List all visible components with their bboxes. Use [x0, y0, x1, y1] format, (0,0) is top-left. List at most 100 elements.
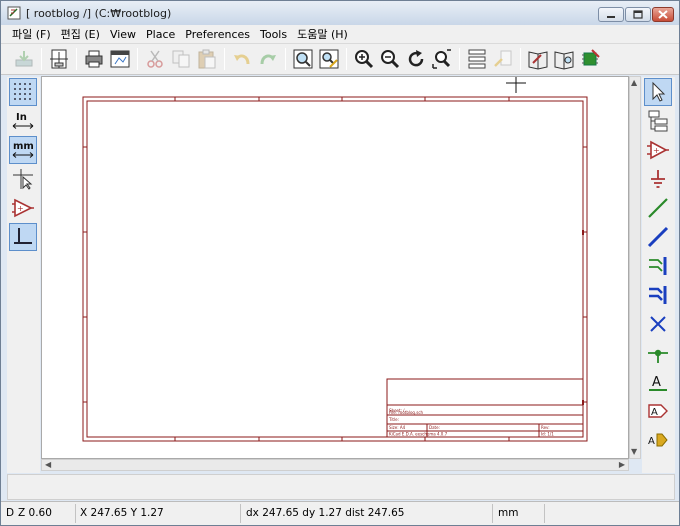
find-button[interactable]	[290, 46, 316, 72]
eeschema-app-icon	[7, 6, 21, 20]
menu-help[interactable]: 도움말 (H)	[292, 26, 353, 42]
page-settings-button[interactable]	[46, 46, 72, 72]
leave-sheet-icon	[494, 50, 512, 67]
place-wire-button[interactable]	[644, 194, 672, 222]
zoom-in-icon	[355, 50, 374, 69]
hidden-pins-toggle[interactable]: +	[9, 194, 37, 222]
place-power-button[interactable]	[644, 165, 672, 193]
titleblock-date: Date:	[429, 425, 440, 430]
menu-file[interactable]: 파일 (F)	[7, 26, 56, 42]
menu-edit[interactable]: 편집 (E)	[56, 26, 105, 42]
place-global-label-button[interactable]: A	[644, 397, 672, 425]
titleblock-title: Title:	[388, 417, 399, 422]
bus-to-bus-entry-button[interactable]	[644, 281, 672, 309]
cut-button[interactable]	[142, 46, 168, 72]
status-zoom-prefix: D	[6, 507, 15, 519]
titleblock-file: File: rootblog.sch	[389, 410, 424, 415]
close-button[interactable]	[652, 7, 674, 22]
plotter-icon	[110, 50, 130, 68]
bus-icon	[647, 226, 669, 248]
vertical-scrollbar[interactable]: ▲ ▼	[629, 76, 641, 459]
undo-button[interactable]	[229, 46, 255, 72]
titleblock-rev: Rev:	[541, 425, 550, 430]
annotate-button[interactable]	[577, 46, 603, 72]
redo-icon	[260, 54, 276, 65]
no-connect-button[interactable]	[644, 310, 672, 338]
scroll-right-arrow-icon[interactable]: ▶	[619, 461, 625, 469]
title-bar: [ rootblog /] (C:₩rootblog)	[1, 1, 679, 25]
titleblock-id: Id: 1/1	[541, 432, 554, 437]
refresh-icon	[408, 50, 424, 67]
plot-button[interactable]	[107, 46, 133, 72]
library-browser-button[interactable]	[551, 46, 577, 72]
minimize-button[interactable]	[598, 7, 624, 22]
place-hierarchical-label-button[interactable]: A	[644, 426, 672, 454]
svg-text:In: In	[16, 112, 27, 123]
wire-to-bus-entry-button[interactable]	[644, 252, 672, 280]
print-button[interactable]	[81, 46, 107, 72]
status-zoom: Z 0.60	[18, 507, 52, 519]
horizontal-scrollbar[interactable]: ◀ ▶	[41, 459, 629, 471]
wire-icon	[648, 198, 668, 218]
zoom-in-button[interactable]	[351, 46, 377, 72]
scroll-down-arrow-icon[interactable]: ▼	[631, 448, 637, 456]
message-panel	[7, 474, 675, 500]
zoom-out-button[interactable]	[377, 46, 403, 72]
redraw-button[interactable]	[403, 46, 429, 72]
menu-place[interactable]: Place	[141, 28, 180, 41]
status-units: mm	[498, 507, 519, 519]
library-browser-icon	[554, 51, 574, 70]
menu-bar: 파일 (F) 편집 (E) View Place Preferences Too…	[1, 25, 679, 44]
menu-view[interactable]: View	[105, 28, 141, 41]
place-junction-button[interactable]	[644, 339, 672, 367]
find-replace-icon	[319, 49, 339, 69]
window-title: [ rootblog /] (C:₩rootblog)	[26, 6, 172, 20]
redo-button[interactable]	[255, 46, 281, 72]
undo-icon	[234, 54, 250, 65]
maximize-icon	[633, 10, 643, 19]
hierarchy-icon	[468, 49, 486, 69]
leave-sheet-button[interactable]	[490, 46, 516, 72]
global-label-icon: A	[648, 404, 668, 418]
menu-preferences[interactable]: Preferences	[180, 28, 255, 41]
select-tool-button[interactable]	[644, 78, 672, 106]
svg-text:+: +	[17, 204, 24, 213]
titleblock-size: Size: A4	[389, 425, 406, 430]
copy-button[interactable]	[168, 46, 194, 72]
menu-tools[interactable]: Tools	[255, 28, 292, 41]
place-bus-button[interactable]	[644, 223, 672, 251]
units-mm-toggle[interactable]: mm	[9, 136, 37, 164]
minimize-icon	[607, 15, 615, 18]
left-options-toolbar: In mm +	[7, 77, 40, 473]
units-inch-toggle[interactable]: In	[9, 107, 37, 135]
svg-text:A: A	[648, 436, 655, 447]
save-icon	[15, 51, 33, 67]
orthogonal-icon	[14, 228, 32, 244]
hierarchy-navigate-tool-button[interactable]	[644, 107, 672, 135]
maximize-button[interactable]	[625, 7, 651, 22]
zoom-fit-button[interactable]	[429, 46, 455, 72]
printer-icon	[85, 50, 103, 68]
annotate-icon	[582, 49, 600, 66]
place-net-label-button[interactable]: A	[644, 368, 672, 396]
library-editor-button[interactable]	[525, 46, 551, 72]
component-icon: +	[647, 140, 669, 160]
svg-text:A: A	[651, 407, 658, 418]
scroll-up-arrow-icon[interactable]: ▲	[631, 79, 637, 87]
scroll-left-arrow-icon[interactable]: ◀	[45, 461, 51, 469]
find-replace-button[interactable]	[316, 46, 342, 72]
orthogonal-wires-toggle[interactable]	[9, 223, 37, 251]
cursor-arrow-icon	[652, 81, 666, 102]
schematic-canvas[interactable]: Sheet: / File: rootblog.sch Title: Size:…	[41, 76, 629, 459]
save-project-button[interactable]	[11, 46, 37, 72]
grid-icon	[14, 83, 31, 100]
hierarchy-navigator-button[interactable]	[464, 46, 490, 72]
status-cursor-position: X 247.65 Y 1.27	[80, 507, 164, 519]
show-grid-toggle[interactable]	[9, 78, 37, 106]
paste-button[interactable]	[194, 46, 220, 72]
right-tools-toolbar: + A A A	[642, 77, 675, 473]
cursor-shape-toggle[interactable]	[9, 165, 37, 193]
svg-text:A: A	[652, 375, 661, 390]
ground-icon	[651, 170, 665, 188]
place-component-button[interactable]: +	[644, 136, 672, 164]
